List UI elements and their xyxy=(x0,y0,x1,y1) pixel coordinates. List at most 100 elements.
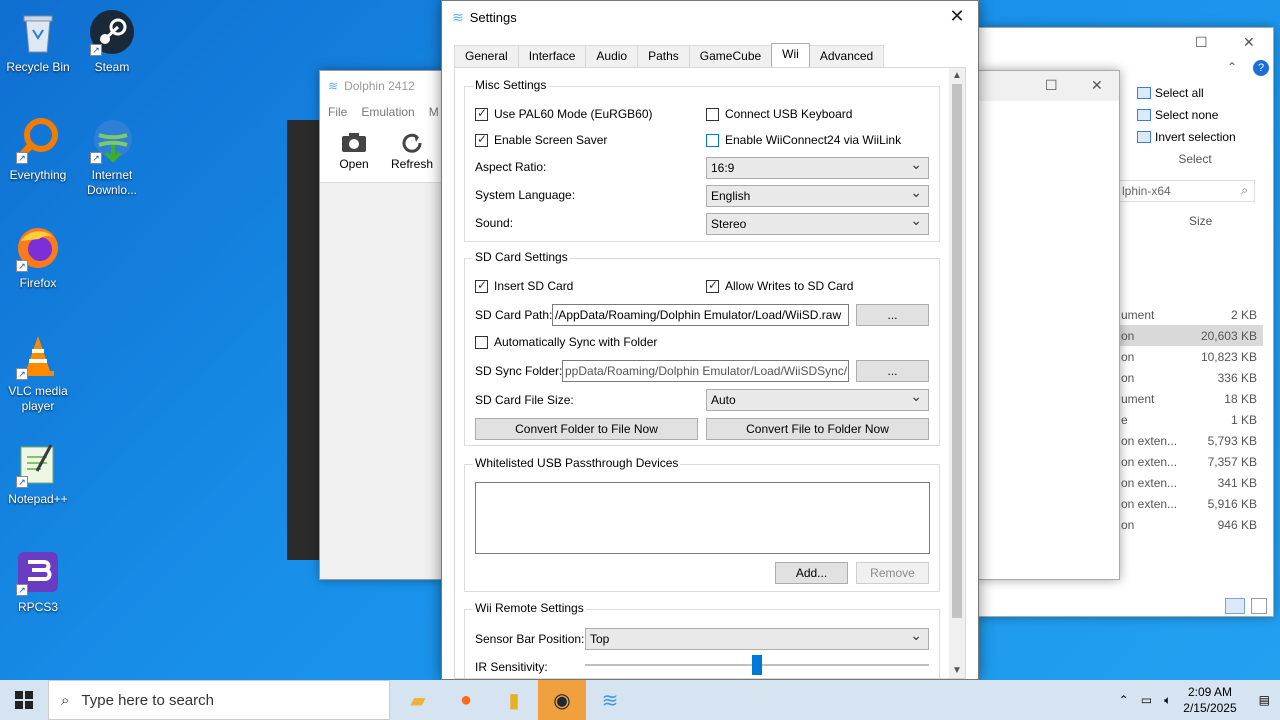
tab-gamecube[interactable]: GameCube xyxy=(688,45,773,67)
convert-file-to-folder-button[interactable]: Convert File to Folder Now xyxy=(706,418,929,440)
add-usb-device-button[interactable]: Add... xyxy=(775,562,848,584)
sd-card-path-browse-button[interactable]: ... xyxy=(856,304,929,326)
desktop-icon-label: Notepad++ xyxy=(8,492,68,506)
tab-wii[interactable]: Wii xyxy=(771,43,810,67)
desktop-icon-vlc[interactable]: ↗ VLC media player xyxy=(0,332,76,414)
tab-paths[interactable]: Paths xyxy=(637,45,690,67)
ir-sensitivity-slider-thumb[interactable] xyxy=(752,655,762,675)
file-row[interactable]: on 336 KB xyxy=(1115,367,1263,388)
sound-select[interactable]: Stereo xyxy=(706,210,929,235)
desktop-icon-firefox[interactable]: ↗ Firefox xyxy=(0,224,76,291)
file-row[interactable]: ument 18 KB xyxy=(1115,388,1263,409)
search-text: lphin-x64 xyxy=(1122,184,1171,198)
desktop-icon-steam[interactable]: ↗ Steam xyxy=(74,8,150,75)
allow-writes-checkbox[interactable]: Allow Writes to SD Card xyxy=(706,278,853,293)
size-column-header[interactable]: Size xyxy=(1189,214,1212,228)
screen-saver-checkbox[interactable]: Enable Screen Saver xyxy=(475,132,607,147)
select-none-label: Select none xyxy=(1155,108,1219,122)
notification-icon[interactable]: ▤ xyxy=(1259,693,1270,707)
close-icon[interactable]: ✕ xyxy=(1243,34,1255,51)
taskbar-steam[interactable]: ◉ xyxy=(538,680,586,720)
remove-usb-device-button[interactable]: Remove xyxy=(856,562,929,584)
help-icon[interactable]: ? xyxy=(1253,60,1269,76)
taskbar-firefox[interactable]: ● xyxy=(442,680,490,720)
file-row[interactable]: ument 2 KB xyxy=(1115,304,1263,325)
tab-general[interactable]: General xyxy=(454,45,519,67)
network-icon[interactable]: ▭ xyxy=(1141,693,1152,707)
group-title: Misc Settings xyxy=(473,78,549,92)
search-box[interactable]: lphin-x64 ⌕ xyxy=(1115,180,1255,202)
explorer-title-bar[interactable]: ☐ ✕ xyxy=(979,28,1273,58)
settings-dialog[interactable]: ≋ Settings ✕ General Interface Audio Pat… xyxy=(441,0,979,680)
large-icons-view-icon[interactable] xyxy=(1251,598,1267,614)
select-none-button[interactable]: Select none xyxy=(1137,104,1253,126)
usb-devices-list[interactable] xyxy=(475,482,930,554)
file-row[interactable]: on exten... 7,357 KB xyxy=(1115,451,1263,472)
maximize-icon[interactable]: ☐ xyxy=(1045,77,1058,94)
desktop-icon-notepadpp[interactable]: ↗ Notepad++ xyxy=(0,440,76,507)
file-row[interactable]: on 946 KB xyxy=(1115,514,1263,535)
vertical-scrollbar[interactable]: ▲ ▼ xyxy=(949,68,965,678)
file-type: on exten... xyxy=(1121,475,1178,490)
speaker-icon[interactable]: 🔈︎ xyxy=(1164,693,1171,708)
file-row[interactable]: on exten... 5,916 KB xyxy=(1115,493,1263,514)
wiiconnect-checkbox[interactable]: Enable WiiConnect24 via WiiLink xyxy=(706,133,901,147)
menu-file[interactable]: File xyxy=(328,105,347,119)
tab-advanced[interactable]: Advanced xyxy=(808,45,885,67)
taskbar-dolphin[interactable]: ≋ xyxy=(586,680,634,720)
close-icon[interactable]: ✕ xyxy=(942,5,972,29)
sd-card-path-input[interactable]: /AppData/Roaming/Dolphin Emulator/Load/W… xyxy=(552,304,849,326)
aspect-ratio-select[interactable]: 16:9 xyxy=(706,154,929,179)
steam-icon: ◉ xyxy=(553,689,571,712)
maximize-icon[interactable]: ☐ xyxy=(1195,34,1208,51)
file-row[interactable]: on 10,823 KB xyxy=(1115,346,1263,367)
group-title: SD Card Settings xyxy=(473,250,570,264)
desktop-icon-rpcs3[interactable]: ↗ RPCS3 xyxy=(0,548,76,615)
file-row[interactable]: on exten... 5,793 KB xyxy=(1115,430,1263,451)
file-row[interactable]: on exten... 341 KB xyxy=(1115,472,1263,493)
sensor-bar-position-select[interactable]: Top xyxy=(585,625,929,650)
dolphin-logo-icon: ≋ xyxy=(452,8,464,25)
sd-sync-folder-browse-button[interactable]: ... xyxy=(856,360,929,382)
desktop-icon-internet-download[interactable]: ↗ Internet Downlo... xyxy=(74,116,150,198)
dolphin-title-bar[interactable]: ≋ Dolphin 2412 xyxy=(320,71,442,101)
search-placeholder: Type here to search xyxy=(81,691,214,709)
menu-more[interactable]: M xyxy=(429,105,439,119)
refresh-button[interactable]: Refresh xyxy=(390,131,434,182)
taskbar-chat-app[interactable]: ▮ xyxy=(490,680,538,720)
clock[interactable]: 2:09 AM 2/15/2025 xyxy=(1183,684,1236,716)
desktop-icon-everything[interactable]: ↗ Everything xyxy=(0,116,76,183)
start-button[interactable] xyxy=(0,680,48,720)
settings-title-bar[interactable]: ≋ Settings xyxy=(442,1,978,33)
pal60-checkbox[interactable]: Use PAL60 Mode (EuRGB60) xyxy=(475,106,653,121)
scroll-down-icon[interactable]: ▼ xyxy=(949,665,965,676)
details-view-icon[interactable] xyxy=(1225,598,1245,614)
select-all-button[interactable]: Select all xyxy=(1137,82,1253,104)
ir-sensitivity-label: IR Sensitivity: xyxy=(475,660,548,674)
convert-folder-to-file-button[interactable]: Convert Folder to File Now xyxy=(475,418,698,440)
open-button[interactable]: Open xyxy=(332,131,376,182)
file-row[interactable]: e 1 KB xyxy=(1115,409,1263,430)
desktop-icon-recycle-bin[interactable]: Recycle Bin xyxy=(0,8,76,75)
tab-interface[interactable]: Interface xyxy=(517,45,587,67)
scrollbar-thumb[interactable] xyxy=(952,84,962,618)
background-window[interactable]: ☐ ✕ xyxy=(978,70,1120,580)
close-icon[interactable]: ✕ xyxy=(1091,77,1103,94)
usb-keyboard-checkbox[interactable]: Connect USB Keyboard xyxy=(706,107,852,121)
invert-selection-button[interactable]: Invert selection xyxy=(1137,126,1253,148)
taskbar-file-explorer[interactable]: ▰ xyxy=(394,680,442,720)
menu-emulation[interactable]: Emulation xyxy=(361,105,414,119)
tab-audio[interactable]: Audio xyxy=(585,45,639,67)
auto-sync-checkbox[interactable]: Automatically Sync with Folder xyxy=(475,335,657,349)
file-row[interactable]: on 20,603 KB xyxy=(1115,325,1263,346)
chevron-up-icon[interactable]: ⌃ xyxy=(1119,693,1129,707)
dolphin-main-window[interactable]: ≋ Dolphin 2412 File Emulation M Open Ref… xyxy=(319,70,443,580)
system-language-select[interactable]: English xyxy=(706,182,929,207)
taskbar-search-box[interactable]: ⌕ Type here to search xyxy=(48,680,390,720)
sd-card-size-select[interactable]: Auto xyxy=(706,386,929,411)
insert-sd-checkbox[interactable]: Insert SD Card xyxy=(475,278,573,293)
group-title: Whitelisted USB Passthrough Devices xyxy=(473,456,681,470)
sd-sync-folder-input[interactable]: ppData/Roaming/Dolphin Emulator/Load/Wii… xyxy=(562,360,849,382)
scroll-up-icon[interactable]: ▲ xyxy=(949,70,965,81)
chevron-up-icon[interactable]: ⌃ xyxy=(1227,60,1237,74)
